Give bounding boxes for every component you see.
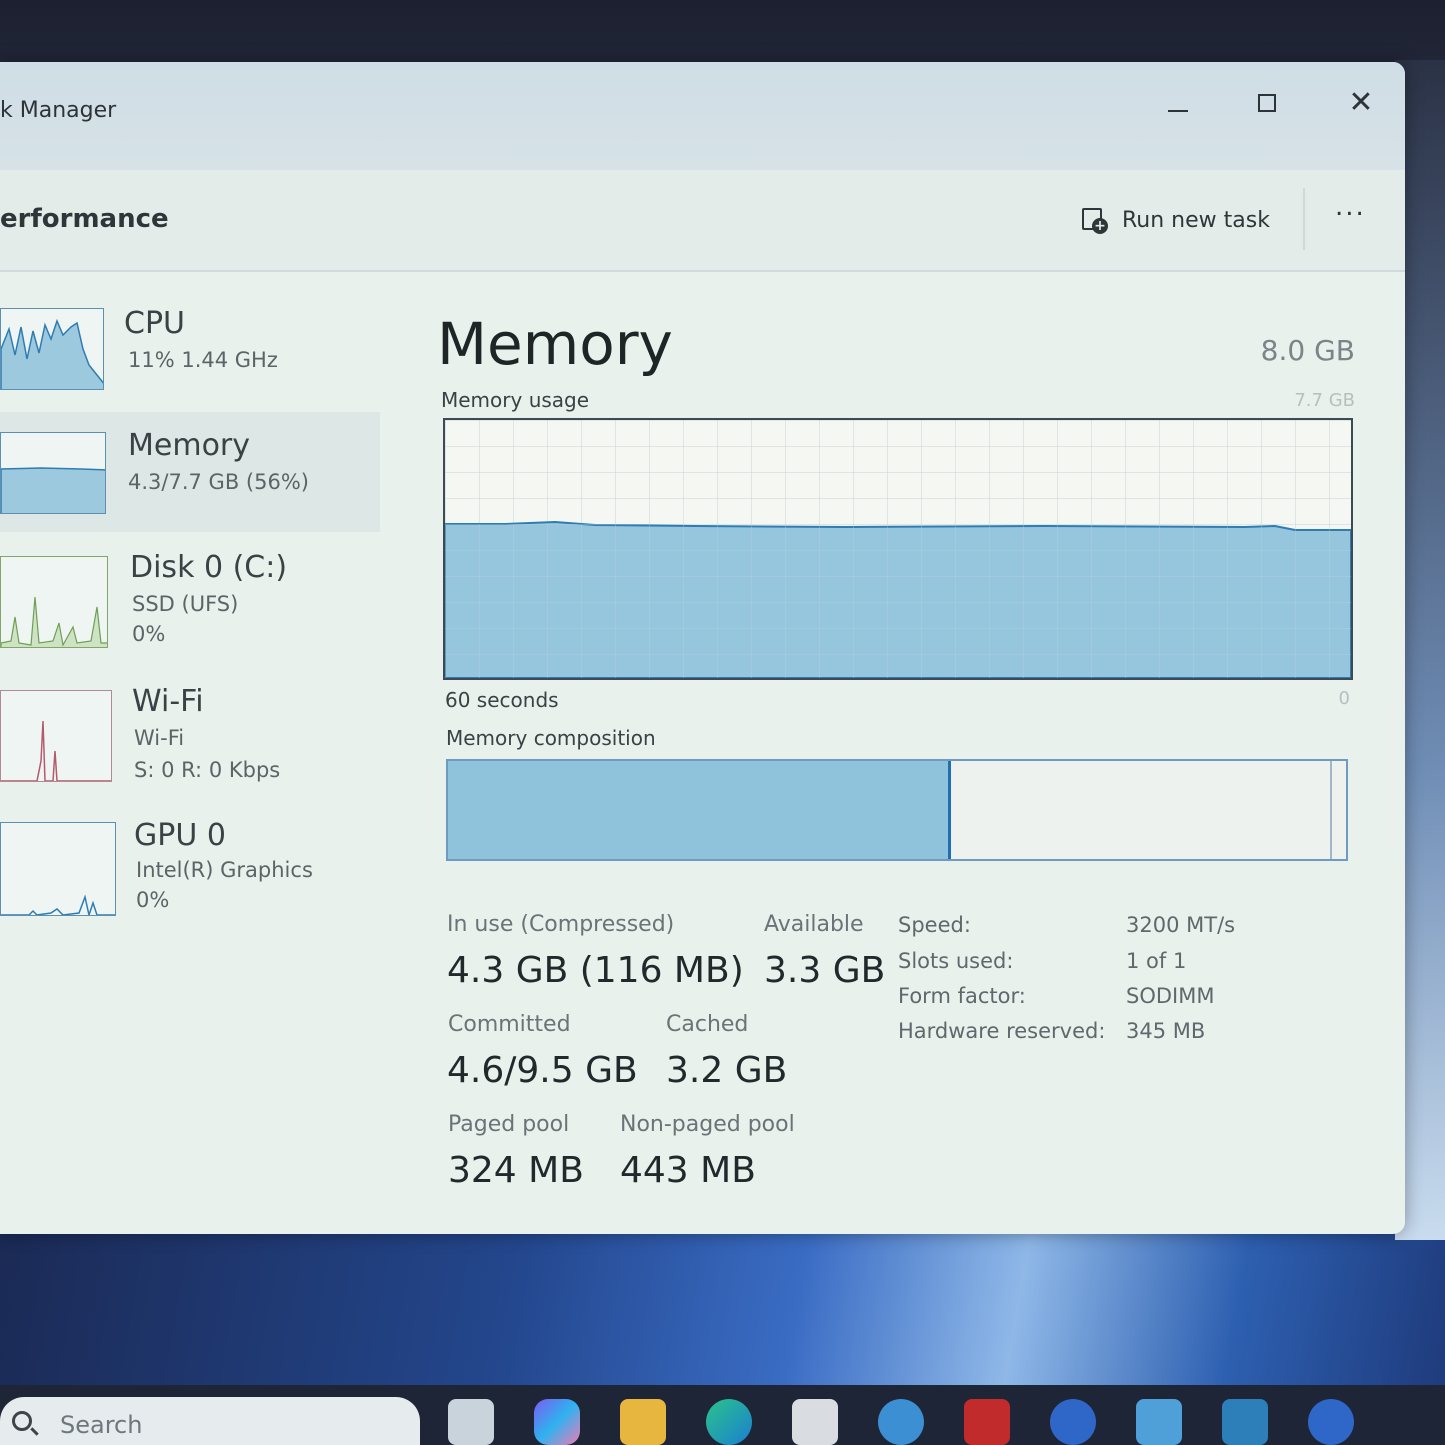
hp-icon[interactable] [1050, 1399, 1096, 1445]
in-use-value: 4.3 GB (116 MB) [447, 950, 744, 991]
close-button[interactable]: ✕ [1338, 80, 1384, 126]
run-new-task-button[interactable]: + Run new task [1080, 200, 1270, 240]
committed-value: 4.6/9.5 GB [447, 1050, 638, 1091]
close-icon: ✕ [1348, 85, 1374, 120]
composition-free [1330, 761, 1332, 859]
hardware-reserved-label: Hardware reserved: [898, 1019, 1106, 1043]
non-paged-pool-value: 443 MB [620, 1150, 756, 1191]
paged-pool-value: 324 MB [448, 1150, 584, 1191]
speed-value: 3200 MT/s [1126, 913, 1236, 937]
memory-usage-max: 7.7 GB [1294, 390, 1355, 411]
sidebar-item-gpu[interactable]: GPU 0 Intel(R) Graphics 0% [0, 808, 380, 928]
disk-type: SSD (UFS) [132, 592, 239, 616]
memory-title: Memory [128, 428, 251, 463]
run-new-task-label: Run new task [1122, 207, 1270, 233]
hardware-reserved-value: 345 MB [1126, 1019, 1206, 1043]
sidebar-item-cpu[interactable]: CPU 11% 1.44 GHz [0, 292, 380, 412]
slots-label: Slots used: [898, 949, 1014, 973]
cpu-thumbnail [0, 308, 104, 390]
cpu-usage: 11% 1.44 GHz [128, 348, 278, 372]
wifi-title: Wi-Fi [132, 684, 204, 719]
disk-mini-graph [1, 596, 107, 647]
slots-value: 1 of 1 [1126, 949, 1187, 973]
minimize-icon [1168, 110, 1188, 112]
task-manager-icon[interactable] [1222, 1399, 1268, 1445]
form-factor-label: Form factor: [898, 984, 1026, 1008]
header-divider [1303, 188, 1305, 250]
edge-icon[interactable] [706, 1399, 752, 1445]
memory-composition-label: Memory composition [446, 726, 656, 750]
memory-total: 8.0 GB [1260, 334, 1355, 367]
taskbar: Search [0, 1385, 1445, 1445]
sidebar-item-disk[interactable]: Disk 0 (C:) SSD (UFS) 0% [0, 540, 380, 660]
cpu-mini-graph [1, 318, 103, 389]
available-value: 3.3 GB [764, 950, 886, 991]
store-icon[interactable] [792, 1399, 838, 1445]
memory-thumbnail [0, 432, 106, 514]
wifi-mini-graph [1, 720, 111, 781]
maximize-icon [1258, 94, 1276, 112]
form-factor-value: SODIMM [1126, 984, 1215, 1008]
sidebar-item-wifi[interactable]: Wi-Fi Wi-Fi S: 0 R: 0 Kbps [0, 674, 380, 794]
memory-mini-graph [1, 467, 105, 513]
non-paged-pool-label: Non-paged pool [620, 1112, 795, 1137]
gpu-model: Intel(R) Graphics [136, 858, 313, 882]
minimize-button[interactable] [1155, 80, 1201, 126]
taskbar-search[interactable]: Search [0, 1397, 420, 1445]
file-explorer-icon[interactable] [620, 1399, 666, 1445]
speed-label: Speed: [898, 913, 971, 937]
gpu-usage: 0% [136, 888, 170, 912]
memory-heading: Memory [437, 310, 673, 378]
wifi-adapter: Wi-Fi [134, 726, 185, 750]
disk-usage: 0% [132, 622, 166, 646]
committed-label: Committed [448, 1012, 571, 1037]
memory-usage-graph [443, 418, 1353, 680]
wifi-throughput: S: 0 R: 0 Kbps [134, 758, 281, 782]
disk-title: Disk 0 (C:) [130, 550, 288, 585]
window-title: k Manager [0, 98, 117, 123]
help-icon[interactable] [878, 1399, 924, 1445]
search-placeholder: Search [60, 1411, 143, 1439]
paged-pool-label: Paged pool [448, 1112, 570, 1137]
memory-usage-label: Memory usage [441, 388, 590, 412]
in-use-label: In use (Compressed) [447, 912, 675, 937]
available-label: Available [764, 912, 864, 937]
cached-value: 3.2 GB [666, 1050, 788, 1091]
desktop-wallpaper [0, 1230, 1445, 1390]
run-task-icon: + [1080, 206, 1108, 234]
hp-support-icon[interactable] [1308, 1399, 1354, 1445]
cpu-title: CPU [124, 306, 185, 341]
disk-thumbnail [0, 556, 108, 648]
cached-label: Cached [666, 1012, 749, 1037]
gpu-thumbnail [0, 822, 116, 916]
mcafee-icon[interactable] [964, 1399, 1010, 1445]
page-header: erformance + Run new task ... [0, 170, 1405, 272]
app-icon[interactable] [1136, 1399, 1182, 1445]
page-title: erformance [0, 204, 169, 234]
wifi-thumbnail [0, 690, 112, 782]
title-bar[interactable]: k Manager ✕ [0, 62, 1405, 170]
memory-composition-bar [446, 759, 1348, 861]
search-icon [12, 1411, 32, 1431]
more-options-button[interactable]: ... [1335, 192, 1366, 222]
time-axis-label: 60 seconds [445, 688, 559, 712]
time-axis-end: 0 [1338, 688, 1350, 709]
gpu-mini-graph [1, 894, 115, 915]
composition-in-use [448, 761, 951, 859]
maximize-button[interactable] [1245, 80, 1291, 126]
task-view-icon[interactable] [448, 1399, 494, 1445]
sidebar-item-memory[interactable]: Memory 4.3/7.7 GB (56%) [0, 412, 380, 532]
memory-usage: 4.3/7.7 GB (56%) [128, 470, 309, 494]
memory-usage-svg [444, 420, 1352, 679]
task-manager-window: k Manager ✕ erformance + Run new task ..… [0, 62, 1405, 1234]
gpu-title: GPU 0 [134, 818, 226, 853]
copilot-icon[interactable] [534, 1399, 580, 1445]
